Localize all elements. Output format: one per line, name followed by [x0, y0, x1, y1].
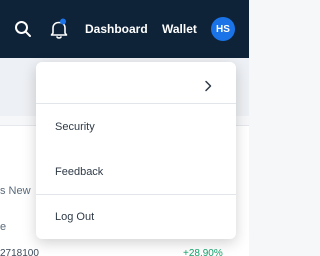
- account-menu-header[interactable]: [36, 62, 236, 103]
- menu-item-security[interactable]: Security: [36, 112, 236, 142]
- menu-divider: [36, 194, 236, 195]
- nav-link-dashboard[interactable]: Dashboard: [85, 21, 148, 37]
- nav-link-wallet[interactable]: Wallet: [162, 21, 197, 37]
- background-column-label: e: [0, 221, 7, 233]
- top-navigation-bar: Dashboard Wallet HS: [0, 0, 249, 58]
- bell-icon[interactable]: [48, 17, 70, 41]
- account-dropdown-menu: Security Feedback Log Out: [36, 62, 236, 239]
- chevron-right-icon: [205, 80, 212, 92]
- background-row-id: 2718100: [0, 248, 39, 256]
- search-icon[interactable]: [13, 19, 33, 39]
- notification-dot: [60, 18, 66, 25]
- menu-item-log-out[interactable]: Log Out: [36, 202, 236, 232]
- menu-divider: [36, 103, 236, 104]
- avatar[interactable]: HS: [211, 17, 235, 41]
- background-tab-label[interactable]: s New: [0, 185, 31, 197]
- menu-item-feedback[interactable]: Feedback: [36, 157, 236, 187]
- background-row-change: +28.90%: [183, 248, 223, 256]
